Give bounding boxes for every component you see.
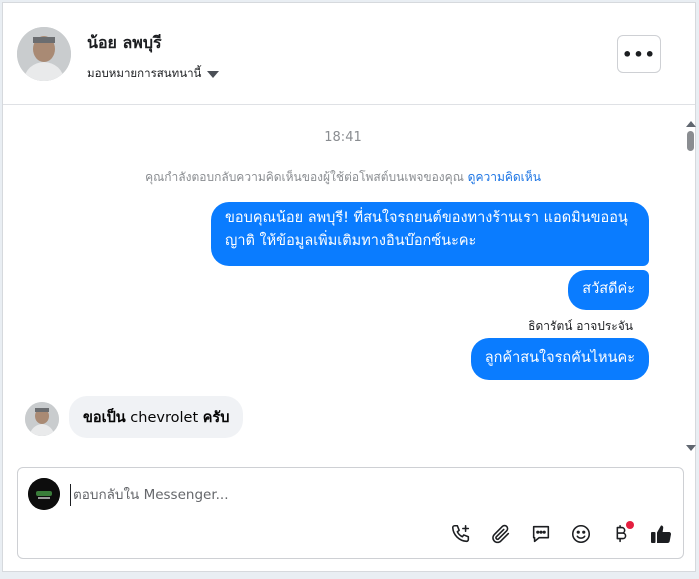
assign-conversation-dropdown[interactable]: มอบหมายการสนทนานี้ <box>87 65 220 83</box>
message-timestamp: 18:41 <box>324 130 362 145</box>
comment-reply-notice: คุณกำลังตอบกลับความคิดเห็นของผู้ใช้ต่อโพ… <box>3 168 683 187</box>
page-avatar <box>28 478 60 510</box>
composer-toolbar <box>449 521 673 546</box>
scrollbar-thumb[interactable] <box>687 131 694 151</box>
incoming-text-bold: ครับ <box>202 410 230 426</box>
outgoing-message: ขอบคุณน้อย ลพบุรี! ที่สนใจรถยนต์ของทางร้… <box>211 202 649 266</box>
smiley-icon[interactable] <box>569 522 593 546</box>
view-comment-link[interactable]: ดูความคิดเห็น <box>468 170 541 184</box>
conversation-panel: น้อย ลพบุรี มอบหมายการสนทนานี้ ••• 18:41… <box>2 2 696 572</box>
assign-label: มอบหมายการสนทนานี้ <box>87 66 202 80</box>
incoming-message: ขอเป็น chevrolet ครับ <box>69 396 244 438</box>
message-sender-name: ธิดารัตน์ อาจประจัน <box>528 319 633 333</box>
message-thread: 18:41 คุณกำลังตอบกลับความคิดเห็นของผู้ใช… <box>3 106 683 452</box>
incoming-text: chevrolet <box>125 410 203 426</box>
baht-icon[interactable] <box>609 521 634 546</box>
reply-input[interactable] <box>70 484 650 506</box>
scroll-down-arrow-icon[interactable] <box>686 445 696 451</box>
more-options-button[interactable]: ••• <box>617 35 661 73</box>
outgoing-message: ลูกค้าสนใจรถคันไหนคะ <box>470 338 649 380</box>
incoming-text-bold: ขอเป็น <box>83 410 126 426</box>
contact-avatar-small[interactable] <box>25 402 59 436</box>
reply-composer <box>17 467 684 559</box>
notice-text: คุณกำลังตอบกลับความคิดเห็นของผู้ใช้ต่อโพ… <box>145 170 464 184</box>
chat-bubble-icon[interactable] <box>529 522 553 546</box>
scroll-up-arrow-icon[interactable] <box>686 121 696 127</box>
caret-down-icon <box>207 70 220 78</box>
phone-plus-icon[interactable] <box>449 522 473 546</box>
paperclip-icon[interactable] <box>489 522 513 546</box>
thread-scrollbar[interactable] <box>684 121 698 451</box>
contact-name[interactable]: น้อย ลพบุรี <box>87 31 162 56</box>
contact-avatar[interactable] <box>17 27 71 81</box>
thumbs-up-icon[interactable] <box>649 522 673 546</box>
outgoing-message: สวัสดีค่ะ <box>568 270 649 310</box>
conversation-header: น้อย ลพบุรี มอบหมายการสนทนานี้ ••• <box>3 3 695 105</box>
notification-dot <box>626 521 634 529</box>
